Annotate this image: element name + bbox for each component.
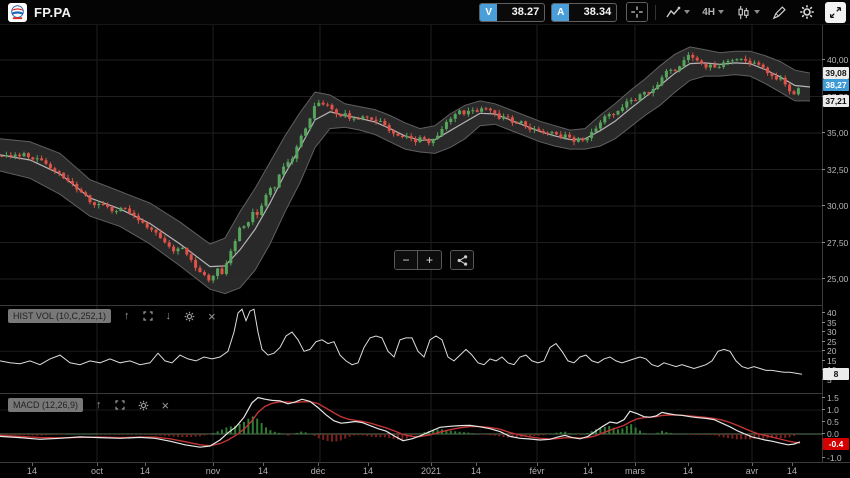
zoom-out-button[interactable]: − — [395, 251, 418, 269]
bid-price-label: 38,27 — [823, 79, 849, 91]
candle-style-button[interactable] — [730, 0, 766, 25]
time-label: 14 — [140, 466, 150, 476]
buy-button[interactable]: A 38.34 — [551, 3, 617, 22]
toolbar-controls: V 38.27 A 38.34 4H — [479, 0, 846, 25]
indicator-settings-icon[interactable] — [138, 400, 149, 411]
histvol-value-label: 8 — [823, 368, 849, 380]
pen-icon — [772, 5, 787, 20]
top-toolbar: FP.PA V 38.27 A 38.34 — [0, 0, 850, 25]
chevron-down-icon — [754, 10, 760, 14]
symbol-name: FP.PA — [34, 5, 71, 20]
time-label: déc — [311, 466, 326, 476]
panel-separator[interactable] — [0, 393, 850, 394]
sell-button[interactable]: V 38.27 — [479, 3, 545, 22]
chart-type-button[interactable] — [660, 0, 696, 25]
time-label: 14 — [258, 466, 268, 476]
histvol-header: HIST VOL (10,C,252,1) ↑ ↓ × — [8, 309, 216, 323]
time-label: 14 — [27, 466, 37, 476]
candlestick-icon — [736, 5, 751, 20]
macd-value-label: -0.4 — [823, 438, 849, 450]
time-label: févr — [529, 466, 544, 476]
gear-icon — [799, 4, 815, 20]
expand-arrows-icon — [829, 6, 842, 19]
expand-panel-icon[interactable] — [143, 311, 153, 321]
buy-badge: A — [552, 3, 569, 22]
macd-header: MACD (12,26,9) ↑ × — [8, 398, 169, 412]
crosshair-icon — [630, 5, 644, 19]
timeframe-button[interactable]: 4H — [696, 0, 730, 25]
time-label: 14 — [787, 466, 797, 476]
time-label: 14 — [471, 466, 481, 476]
toolbar-separator — [655, 5, 656, 20]
remove-indicator-icon[interactable]: × — [208, 311, 216, 322]
zoom-in-button[interactable]: + — [418, 251, 441, 269]
time-label: mars — [625, 466, 645, 476]
chart-zoom-controls: − + — [394, 250, 474, 270]
settings-button[interactable] — [793, 0, 821, 25]
crosshair-button[interactable] — [626, 2, 648, 22]
histvol-badge[interactable]: HIST VOL (10,C,252,1) — [8, 309, 111, 323]
line-chart-icon — [666, 6, 681, 19]
time-label: 14 — [363, 466, 373, 476]
draw-tools-button[interactable] — [766, 0, 793, 25]
panel-separator[interactable] — [0, 305, 850, 306]
timeframe-label: 4H — [702, 7, 715, 18]
move-panel-up-icon[interactable]: ↑ — [124, 311, 130, 322]
buy-price: 38.34 — [569, 6, 616, 18]
time-label: nov — [206, 466, 221, 476]
price-axis[interactable]: 40,0037,5035,0032,5030,0027,5025,0040353… — [823, 25, 850, 462]
share-icon — [456, 254, 469, 267]
time-label: 2021 — [421, 466, 441, 476]
total-globe-icon — [10, 5, 25, 20]
bollinger-lower-price-label: 37,21 — [823, 95, 849, 107]
time-label: oct — [91, 466, 103, 476]
bollinger-upper-price-label: 39,08 — [823, 67, 849, 79]
chevron-down-icon — [684, 10, 690, 14]
share-button[interactable] — [450, 250, 474, 270]
chevron-down-icon — [718, 10, 724, 14]
time-label: 14 — [583, 466, 593, 476]
time-label: avr — [746, 466, 759, 476]
sell-price: 38.27 — [497, 6, 544, 18]
move-panel-down-icon[interactable]: ↓ — [166, 311, 172, 322]
remove-indicator-icon[interactable]: × — [162, 400, 170, 411]
time-label: 14 — [683, 466, 693, 476]
move-panel-up-icon[interactable]: ↑ — [96, 400, 102, 411]
trading-app-window: FP.PA V 38.27 A 38.34 — [0, 0, 850, 478]
expand-panel-icon[interactable] — [115, 400, 125, 410]
fullscreen-button[interactable] — [825, 2, 846, 23]
indicator-settings-icon[interactable] — [184, 311, 195, 322]
macd-badge[interactable]: MACD (12,26,9) — [8, 398, 83, 412]
total-logo — [8, 3, 27, 22]
time-axis[interactable]: 14 oct 14 nov 14 déc 14 2021 14 févr 14 mars 14 avr 14 — [0, 463, 850, 478]
sell-badge: V — [480, 3, 497, 22]
